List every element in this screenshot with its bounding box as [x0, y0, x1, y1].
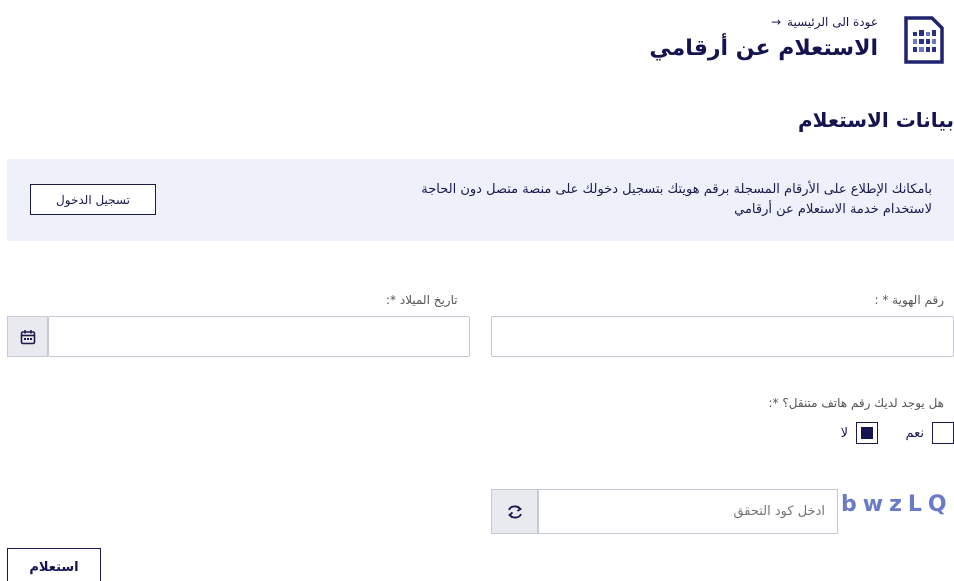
option-yes[interactable]: نعم [905, 422, 954, 444]
section-title: بيانات الاستعلام [798, 108, 954, 132]
birth-date-input[interactable] [48, 316, 470, 357]
refresh-captcha-button[interactable] [491, 489, 538, 534]
option-no[interactable]: لا [841, 422, 878, 444]
id-number-label: رقم الهوية * : [874, 293, 945, 307]
refresh-icon [507, 505, 522, 518]
birth-date-label: تاريخ الميلاد *: [386, 293, 458, 307]
submit-inquiry-button[interactable]: استعلام [7, 548, 101, 581]
calendar-icon [20, 329, 35, 344]
calendar-button[interactable] [7, 316, 48, 357]
arrow-right-icon: → [770, 15, 782, 29]
info-text: بامكانك الإطلاع على الأرقام المسجلة برقم… [421, 182, 932, 217]
captcha-input[interactable] [538, 489, 838, 534]
no-checkbox[interactable] [856, 422, 878, 444]
sim-card-icon [904, 16, 944, 64]
info-banner: بامكانك الإطلاع على الأرقام المسجلة برقم… [7, 159, 954, 241]
option-no-label: لا [840, 425, 848, 441]
id-number-input[interactable] [491, 316, 954, 357]
captcha-image: bwzLQ [841, 492, 953, 517]
page-header: عودة الى الرئيسية → الاستعلام عن أرقامي [644, 10, 944, 70]
back-home-link[interactable]: عودة الى الرئيسية → [771, 15, 878, 29]
option-yes-label: نعم [905, 425, 924, 441]
mobile-question-label: هل يوجد لديك رقم هاتف متنقل؟ *: [768, 396, 944, 410]
login-button[interactable]: تسجيل الدخول [30, 184, 156, 215]
page-title: الاستعلام عن أرقامي [649, 36, 878, 61]
checked-mark [861, 427, 873, 439]
yes-checkbox[interactable] [932, 422, 954, 444]
back-link-label: عودة الى الرئيسية [787, 15, 878, 29]
